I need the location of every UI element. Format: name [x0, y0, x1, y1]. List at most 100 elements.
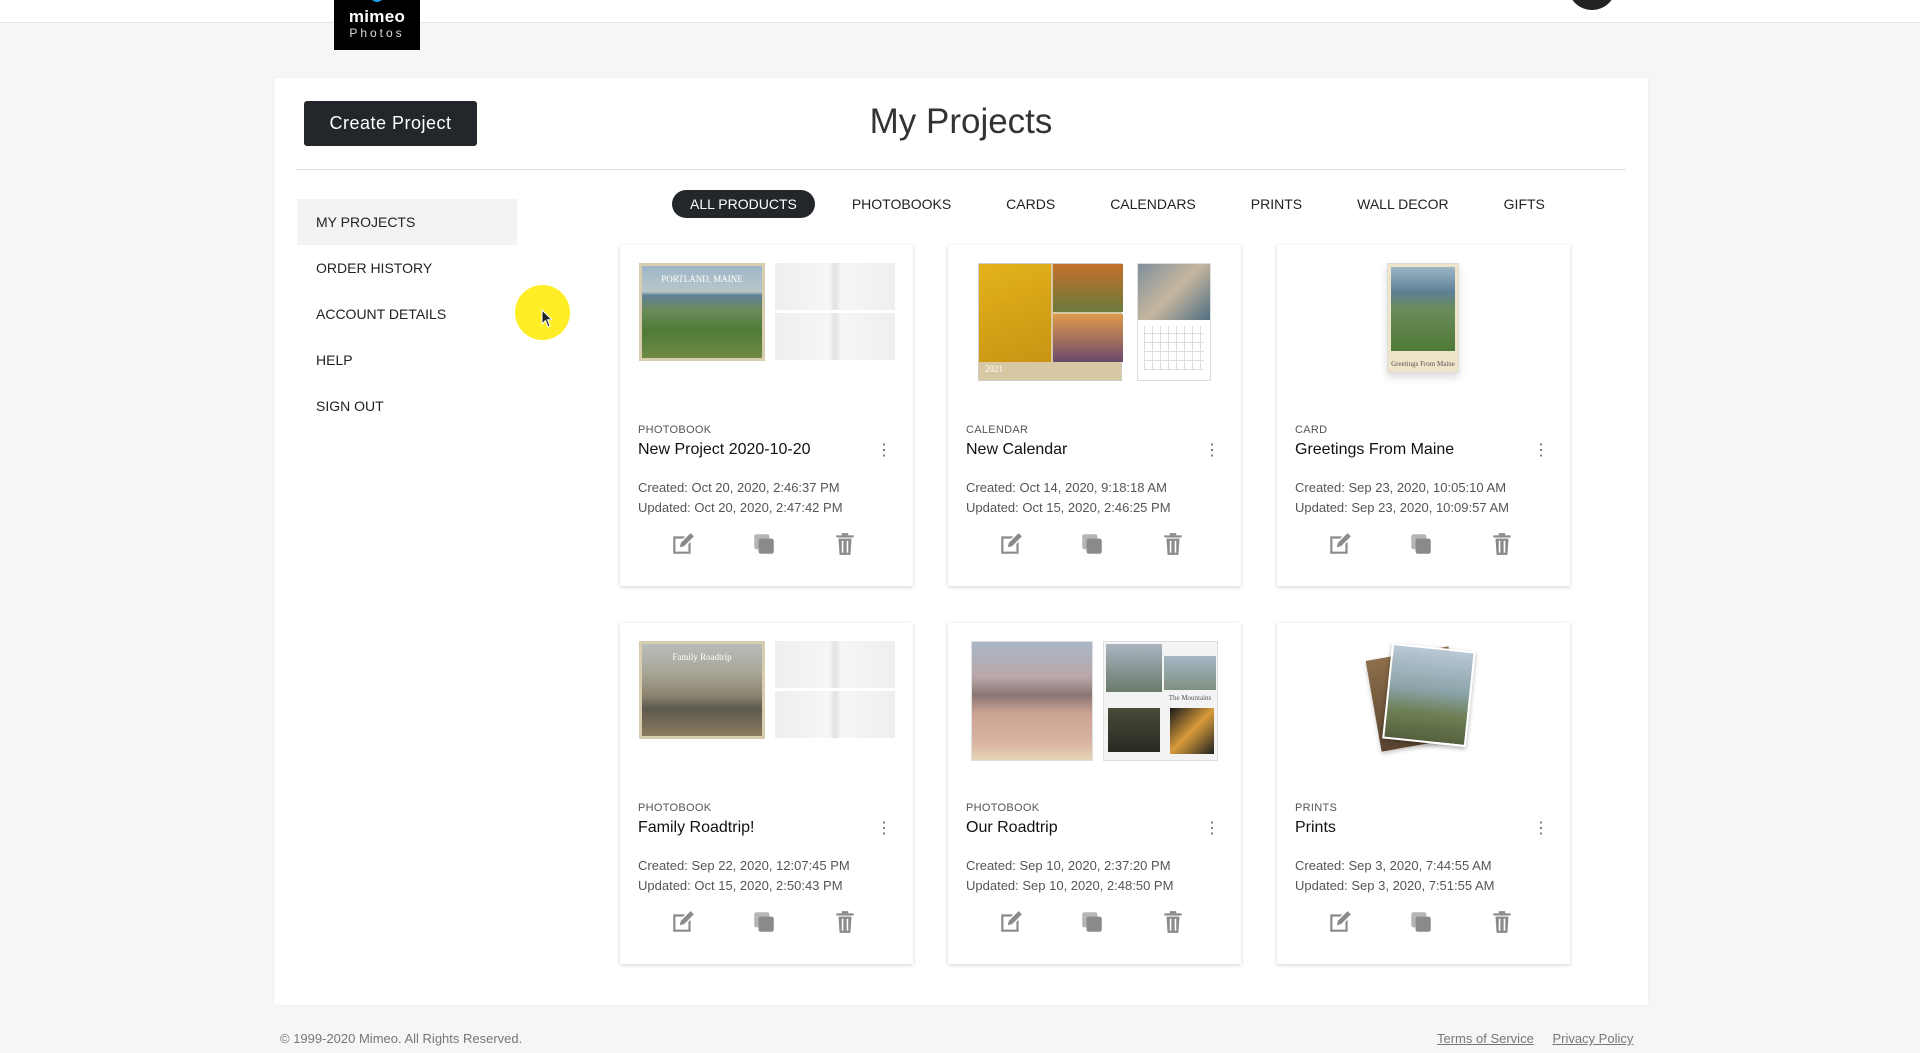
- footer-links: Terms of Service Privacy Policy: [1437, 1031, 1648, 1046]
- more-options-icon[interactable]: ⋮: [876, 441, 892, 461]
- terms-of-service-link[interactable]: Terms of Service: [1437, 1031, 1534, 1046]
- trash-icon[interactable]: [1489, 531, 1515, 557]
- sidebar-item-help[interactable]: HELP: [297, 337, 517, 383]
- project-type: CALENDAR: [966, 424, 1029, 436]
- project-type: PHOTOBOOK: [966, 802, 1040, 814]
- filter-photobooks[interactable]: PHOTOBOOKS: [834, 190, 969, 218]
- more-options-icon[interactable]: ⋮: [1204, 441, 1220, 461]
- duplicate-icon[interactable]: [1408, 909, 1434, 935]
- updated-date: Updated: Sep 10, 2020, 2:48:50 PM: [966, 878, 1174, 893]
- project-thumbnail[interactable]: [1277, 623, 1570, 763]
- card-cover-image: Greetings From Maine: [1387, 263, 1459, 373]
- photobook-cover-image: PORTLAND, MAINE: [639, 263, 765, 361]
- sidebar-item-account-details[interactable]: ACCOUNT DETAILS: [297, 291, 517, 337]
- privacy-policy-link[interactable]: Privacy Policy: [1552, 1031, 1633, 1046]
- trash-icon[interactable]: [1489, 909, 1515, 935]
- sidebar-item-sign-out[interactable]: SIGN OUT: [297, 383, 517, 429]
- more-options-icon[interactable]: ⋮: [1533, 819, 1549, 839]
- project-thumbnail[interactable]: PORTLAND, MAINE: [620, 245, 913, 385]
- filter-cards[interactable]: CARDS: [988, 190, 1073, 218]
- duplicate-icon[interactable]: [1408, 531, 1434, 557]
- filter-all-products[interactable]: ALL PRODUCTS: [672, 190, 815, 218]
- project-card[interactable]: The Mountains PHOTOBOOK Our Roadtrip ⋮ C…: [948, 623, 1241, 964]
- trash-icon[interactable]: [1160, 909, 1186, 935]
- created-date: Created: Sep 10, 2020, 2:37:20 PM: [966, 858, 1171, 873]
- created-date: Created: Sep 3, 2020, 7:44:55 AM: [1295, 858, 1492, 873]
- blank-spread: [775, 641, 895, 688]
- filter-wall-decor[interactable]: WALL DECOR: [1339, 190, 1467, 218]
- project-thumbnail[interactable]: The Mountains: [948, 623, 1241, 763]
- project-name[interactable]: Greetings From Maine: [1295, 441, 1454, 459]
- project-card[interactable]: PRINTS Prints ⋮ Created: Sep 3, 2020, 7:…: [1277, 623, 1570, 964]
- cover-title: Family Roadtrip: [672, 652, 732, 662]
- project-type: PRINTS: [1295, 802, 1338, 814]
- page-title: My Projects: [869, 102, 1053, 141]
- created-date: Created: Oct 14, 2020, 9:18:18 AM: [966, 480, 1167, 495]
- updated-date: Updated: Oct 15, 2020, 2:46:25 PM: [966, 500, 1171, 515]
- project-name[interactable]: Prints: [1295, 819, 1336, 837]
- filter-gifts[interactable]: GIFTS: [1486, 190, 1563, 218]
- photobook-spread-image: The Mountains: [1103, 641, 1218, 761]
- sidebar-nav: MY PROJECTS ORDER HISTORY ACCOUNT DETAIL…: [297, 199, 517, 429]
- edit-icon[interactable]: [998, 531, 1024, 557]
- duplicate-icon[interactable]: [1079, 909, 1105, 935]
- project-thumbnail[interactable]: Greetings From Maine: [1277, 245, 1570, 385]
- edit-icon[interactable]: [670, 531, 696, 557]
- edit-icon[interactable]: [998, 909, 1024, 935]
- trash-icon[interactable]: [832, 909, 858, 935]
- duplicate-icon[interactable]: [751, 531, 777, 557]
- spread-caption: The Mountains: [1168, 694, 1212, 702]
- project-thumbnail[interactable]: Family Roadtrip: [620, 623, 913, 763]
- more-options-icon[interactable]: ⋮: [1204, 819, 1220, 839]
- mimeo-logo[interactable]: mimeo Photos: [334, 0, 420, 50]
- filter-calendars[interactable]: CALENDARS: [1092, 190, 1214, 218]
- project-name[interactable]: New Project 2020-10-20: [638, 441, 811, 459]
- more-options-icon[interactable]: ⋮: [1533, 441, 1549, 461]
- project-name[interactable]: Our Roadtrip: [966, 819, 1058, 837]
- blank-spread: [775, 691, 895, 738]
- calendar-page-image: [1137, 263, 1211, 381]
- project-card[interactable]: PORTLAND, MAINE PHOTOBOOK New Project 20…: [620, 245, 913, 586]
- blank-spread: [775, 313, 895, 360]
- top-bar: [0, 0, 1920, 23]
- more-options-icon[interactable]: ⋮: [876, 819, 892, 839]
- updated-date: Updated: Oct 20, 2020, 2:47:42 PM: [638, 500, 843, 515]
- edit-icon[interactable]: [1327, 909, 1353, 935]
- created-date: Created: Sep 23, 2020, 10:05:10 AM: [1295, 480, 1507, 495]
- trash-icon[interactable]: [832, 531, 858, 557]
- logo-text: mimeo: [348, 7, 406, 26]
- mouse-pointer-icon: [541, 308, 555, 334]
- blank-spread: [775, 263, 895, 310]
- project-name[interactable]: New Calendar: [966, 441, 1067, 459]
- edit-icon[interactable]: [670, 909, 696, 935]
- created-date: Created: Sep 22, 2020, 12:07:45 PM: [638, 858, 850, 873]
- calendar-year: 2021: [985, 364, 1003, 374]
- project-thumbnail[interactable]: 2021: [948, 245, 1241, 385]
- created-date: Created: Oct 20, 2020, 2:46:37 PM: [638, 480, 840, 495]
- sidebar-item-order-history[interactable]: ORDER HISTORY: [297, 245, 517, 291]
- trash-icon[interactable]: [1160, 531, 1186, 557]
- project-type: PHOTOBOOK: [638, 424, 712, 436]
- footer-copyright: © 1999-2020 Mimeo. All Rights Reserved.: [280, 1031, 523, 1046]
- card-cover-text: Greetings From Maine: [1391, 360, 1455, 368]
- sidebar-item-my-projects[interactable]: MY PROJECTS: [297, 199, 517, 245]
- duplicate-icon[interactable]: [1079, 531, 1105, 557]
- logo-mark: [370, 0, 384, 2]
- duplicate-icon[interactable]: [751, 909, 777, 935]
- project-card[interactable]: Greetings From Maine CARD Greetings From…: [1277, 245, 1570, 586]
- project-card[interactable]: 2021 CALENDAR New Calendar ⋮ Created: Oc…: [948, 245, 1241, 586]
- filter-prints[interactable]: PRINTS: [1233, 190, 1320, 218]
- cover-title: PORTLAND, MAINE: [661, 274, 743, 284]
- logo-subtext: Photos: [349, 26, 405, 40]
- product-filter-tabs: ALL PRODUCTS PHOTOBOOKS CARDS CALENDARS …: [672, 190, 1582, 218]
- print-photo-image: [1382, 642, 1476, 748]
- calendar-cover-image: 2021: [978, 263, 1123, 381]
- edit-icon[interactable]: [1327, 531, 1353, 557]
- project-type: CARD: [1295, 424, 1328, 436]
- project-name[interactable]: Family Roadtrip!: [638, 819, 754, 837]
- project-card[interactable]: Family Roadtrip PHOTOBOOK Family Roadtri…: [620, 623, 913, 964]
- photobook-cover-image: Family Roadtrip: [639, 641, 765, 739]
- updated-date: Updated: Sep 23, 2020, 10:09:57 AM: [1295, 500, 1509, 515]
- updated-date: Updated: Oct 15, 2020, 2:50:43 PM: [638, 878, 843, 893]
- photobook-cover-image: [971, 641, 1093, 761]
